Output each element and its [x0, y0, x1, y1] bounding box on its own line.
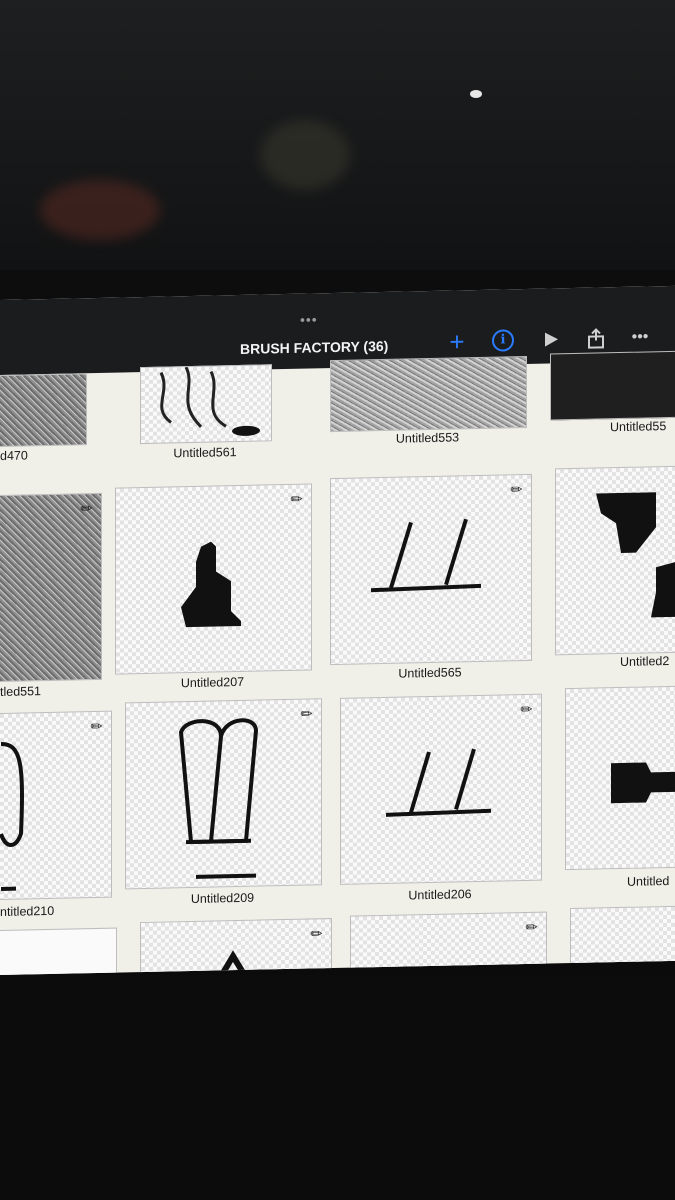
- brush-tile[interactable]: ✎ ntitled210: [0, 710, 112, 933]
- info-icon[interactable]: i: [490, 327, 516, 354]
- brush-thumbnail: [140, 364, 272, 445]
- plus-icon[interactable]: +: [444, 326, 470, 357]
- brush-tile[interactable]: Untitled561: [140, 364, 272, 467]
- brush-tile[interactable]: Untitled553: [330, 355, 527, 450]
- play-icon[interactable]: [538, 326, 564, 353]
- blurred-object: [40, 180, 160, 240]
- brush-tile[interactable]: ✎ Untitled206: [340, 693, 542, 913]
- brush-thumbnail: [565, 685, 675, 871]
- brush-tile[interactable]: ✎ tled551: [0, 492, 102, 710]
- brush-thumbnail: [550, 350, 675, 421]
- brush-grid: d470 Untitled561 Untitled553 Untitled55 …: [0, 350, 675, 975]
- brush-thumbnail: [570, 905, 675, 971]
- add-label: +: [449, 326, 465, 357]
- brush-edit-icon[interactable]: ✎: [522, 917, 542, 937]
- brush-thumbnail: ✎: [140, 918, 332, 975]
- brush-tile[interactable]: ✎: [140, 918, 332, 975]
- brush-thumbnail: ✎: [115, 483, 312, 675]
- info-label: i: [492, 329, 514, 352]
- device-bezel-bottom: [0, 975, 675, 1200]
- brush-name: [570, 968, 675, 971]
- brush-name: tled551: [0, 684, 42, 699]
- brush-tile[interactable]: ✎ Untitled207: [115, 483, 312, 708]
- brush-thumbnail: [555, 465, 675, 656]
- brush-thumbnail: [330, 355, 527, 433]
- brush-name: Untitled207: [180, 674, 245, 691]
- light-dot: [470, 90, 482, 98]
- brush-thumbnail: ✎: [125, 698, 322, 890]
- brush-thumbnail: ✎: [0, 492, 102, 683]
- brush-name: Untitled565: [398, 665, 462, 681]
- brush-thumbnail: ✎: [340, 693, 542, 885]
- brush-thumbnail: ✎: [0, 710, 112, 901]
- brush-tile[interactable]: ✎: [350, 911, 547, 975]
- brush-tile[interactable]: Untitled2: [555, 465, 675, 688]
- brush-name: Untitled561: [173, 445, 237, 461]
- more-icon[interactable]: •••: [627, 324, 653, 351]
- sheet-grabber[interactable]: •••: [300, 311, 318, 327]
- brush-name: Untitled209: [190, 890, 255, 907]
- brush-set-title: BRUSH FACTORY (36): [240, 337, 389, 357]
- brush-thumbnail: ✎: [330, 473, 532, 666]
- brush-name: d470: [0, 448, 28, 463]
- brush-tile[interactable]: Untitled: [565, 685, 675, 908]
- brush-thumbnail: ✎: [350, 911, 547, 975]
- brush-tile[interactable]: [570, 905, 675, 971]
- brush-tile[interactable]: [0, 927, 117, 975]
- brush-tile[interactable]: Untitled55: [550, 350, 675, 444]
- brush-thumbnail: [0, 927, 117, 975]
- share-icon[interactable]: [583, 325, 609, 352]
- brush-name: Untitled55: [610, 419, 667, 435]
- tablet-screen: ••• BRUSH FACTORY (36) + i ••• d470 Unti…: [0, 285, 675, 975]
- brush-name: Untitled553: [395, 430, 460, 446]
- brush-name: ntitled210: [0, 903, 55, 919]
- brush-name: Untitled2: [620, 653, 670, 670]
- brush-tile[interactable]: ✎ Untitled209: [125, 698, 322, 922]
- blurred-object: [260, 120, 350, 190]
- brush-thumbnail: [0, 373, 87, 448]
- brush-name: Untitled206: [408, 887, 472, 903]
- brush-tile[interactable]: d470: [0, 373, 87, 470]
- brush-edit-icon[interactable]: ✎: [77, 499, 97, 519]
- brush-tile[interactable]: ✎ Untitled565: [330, 473, 532, 698]
- brush-name: Untitled: [627, 873, 670, 889]
